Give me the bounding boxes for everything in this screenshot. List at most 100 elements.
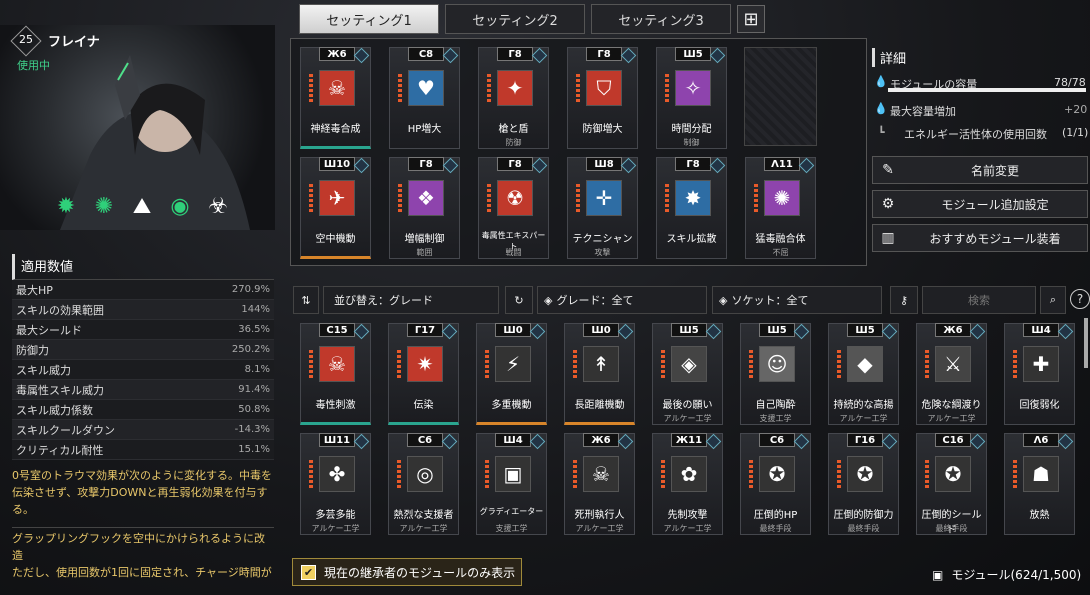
module-card[interactable]: Ш5 ☺ 自己陶酔 支援工学 (740, 323, 811, 425)
module-capacity: Ш10 (319, 157, 355, 171)
socket-icon (709, 157, 726, 174)
socket-icon (617, 433, 634, 450)
layers-icon: ◈ (544, 293, 553, 307)
socket-dropdown[interactable]: ◈ ソケット：全て (712, 286, 882, 314)
rename-button[interactable]: ✎ 名前変更 (872, 156, 1088, 184)
search-button[interactable]: ⌕ (1040, 286, 1066, 314)
module-type: アルケー工学 (311, 524, 360, 533)
module-name: 神経毒合成 (310, 124, 361, 135)
module-name: 放熱 (1029, 510, 1050, 521)
module-icon: ✤ (319, 456, 355, 492)
module-card[interactable]: Г16 ✪ 圧倒的防御力 最終手段 (828, 433, 899, 535)
stat-row: スキルクールダウン -14.3% (12, 420, 274, 440)
socket-icon (442, 157, 459, 174)
tier-bars (665, 184, 669, 214)
module-card[interactable]: Г8 ✦ 槍と盾 防御 (478, 47, 549, 149)
module-type: アルケー工学 (839, 414, 888, 423)
key-filter-button[interactable]: ⚷ (890, 286, 918, 314)
module-name: 回復弱化 (1019, 400, 1060, 411)
module-card[interactable]: Ж6 ☠ 神経毒合成 (300, 47, 371, 149)
help-button[interactable]: ? (1070, 289, 1090, 309)
toxic-icon: ✹ (56, 193, 76, 219)
module-card[interactable]: C8 ♥ HP増大 (389, 47, 460, 149)
module-card[interactable]: C6 ◎ 熱烈な支援者 アルケー工学 (388, 433, 459, 535)
module-card[interactable]: Ш4 ▣ グラディエーター 支援工学 (476, 433, 547, 535)
module-card[interactable]: C6 ✪ 圧倒的HP 最終手段 (740, 433, 811, 535)
terrain-icon: ⛰ (132, 193, 152, 219)
module-icon: ♥ (408, 70, 444, 106)
add-setting-button[interactable]: ⊞ (737, 5, 765, 33)
sort-dropdown[interactable]: 並び替え：グレード (323, 286, 499, 314)
character-name: フレイナ (48, 35, 100, 50)
module-icon: ↟ (583, 346, 619, 382)
module-capacity: Λ6 (1023, 433, 1059, 447)
sort-order-button[interactable]: ⇅ (293, 286, 319, 314)
socket-icon (709, 47, 726, 64)
module-name: HP増大 (407, 124, 442, 135)
tier-bars (1013, 460, 1017, 490)
capacity-bar (888, 88, 1086, 92)
socket-icon (705, 433, 722, 450)
checkbox-checked-icon: ✔ (301, 564, 316, 580)
tab-setting-1[interactable]: セッティング1 (299, 4, 439, 34)
module-capacity: Г16 (847, 433, 883, 447)
reset-filter-button[interactable]: ↻ (505, 286, 533, 314)
only-current-toggle[interactable]: ✔ 現在の継承者のモジュールのみ表示 (292, 558, 522, 586)
module-card[interactable]: C15 ☠ 毒性刺激 (300, 323, 371, 425)
module-capacity: Λ11 (764, 157, 800, 171)
module-card[interactable]: Ж11 ✿ 先制攻撃 アルケー工学 (652, 433, 723, 535)
module-capacity: Ш4 (1023, 323, 1059, 337)
module-card[interactable]: Г8 ⛉ 防御増大 (567, 47, 638, 149)
grade-dropdown[interactable]: ◈ グレード：全て (537, 286, 707, 314)
module-name: 伝染 (413, 400, 434, 411)
module-card[interactable]: Г8 ☢ 毒属性エキスパート 戦闘 (478, 157, 549, 259)
module-type: 防御 (505, 138, 522, 147)
stat-label: 防御力 (16, 343, 49, 357)
module-card[interactable]: Λ11 ✺ 猛毒融合体 不屈 (745, 157, 816, 259)
module-name: 増幅制御 (404, 234, 445, 245)
extra-settings-button[interactable]: ⚙ モジュール追加設定 (872, 190, 1088, 218)
module-card[interactable]: Ш0 ↟ 長距離機動 (564, 323, 635, 425)
module-card[interactable]: Ж6 ☠ 死刑執行人 アルケー工学 (564, 433, 635, 535)
max-capacity-label: 最大容量増加 (890, 105, 956, 118)
module-name: 時間分配 (671, 124, 712, 135)
recommend-button[interactable]: ▥ おすすめモジュール装着 (872, 224, 1088, 252)
module-capacity: C6 (407, 433, 443, 447)
tier-bars (309, 74, 313, 104)
module-card[interactable]: C16 ✪ 圧倒的シールド 最終手段 (916, 433, 987, 536)
stat-row: スキルの効果範囲 144% (12, 300, 274, 320)
module-icon: ✦ (497, 70, 533, 106)
tab-setting-3[interactable]: セッティング3 (591, 4, 731, 34)
module-type: 最終手段 (935, 524, 968, 533)
module-card[interactable]: Ш8 ✛ テクニシャン 攻撃 (567, 157, 638, 259)
search-input[interactable] (922, 286, 1036, 314)
module-card[interactable]: Λ6 ☗ 放熱 (1004, 433, 1075, 535)
module-card[interactable]: Ш4 ✚ 回復弱化 (1004, 323, 1075, 425)
biohazard-icon: ☣ (208, 193, 228, 219)
module-card[interactable]: Г17 ✷ 伝染 (388, 323, 459, 425)
module-icon: ✷ (407, 346, 443, 382)
module-capacity: Ж6 (935, 323, 971, 337)
module-card[interactable]: Ж6 ⚔ 危険な綱渡り アルケー工学 (916, 323, 987, 425)
bars-icon: ▥ (881, 230, 895, 246)
module-card[interactable]: Ш5 ✧ 時間分配 制御 (656, 47, 727, 149)
module-name: 長距離機動 (574, 400, 625, 411)
module-card[interactable]: Г8 ❖ 増幅制御 範囲 (389, 157, 460, 259)
module-card[interactable]: Ш11 ✤ 多芸多能 アルケー工学 (300, 433, 371, 535)
module-card[interactable]: Ш5 ◆ 持続的な高揚 アルケー工学 (828, 323, 899, 425)
socket-icon (798, 157, 815, 174)
stat-row: 防御力 250.2% (12, 340, 274, 360)
socket-icon (441, 323, 458, 340)
capacity-icon: 💧 (874, 75, 888, 88)
stats-table: 最大HP 270.9% スキルの効果範囲 144% 最大シールド 36.5% 防御力 250.… (12, 280, 274, 460)
module-name: 熱烈な支援者 (393, 510, 454, 521)
module-card[interactable]: Ш5 ◈ 最後の願い アルケー工学 (652, 323, 723, 425)
module-card[interactable]: Ш10 ✈ 空中機動 (300, 157, 371, 259)
stat-value: 15.1% (238, 444, 270, 455)
inventory-scrollbar[interactable] (1084, 318, 1088, 368)
stat-row: 毒属性スキル威力 91.4% (12, 380, 274, 400)
module-card[interactable]: Ш0 ⚡ 多重機動 (476, 323, 547, 425)
module-card[interactable]: Г8 ✸ スキル拡散 (656, 157, 727, 259)
empty-module-slot[interactable] (744, 47, 817, 146)
tab-setting-2[interactable]: セッティング2 (445, 4, 585, 34)
